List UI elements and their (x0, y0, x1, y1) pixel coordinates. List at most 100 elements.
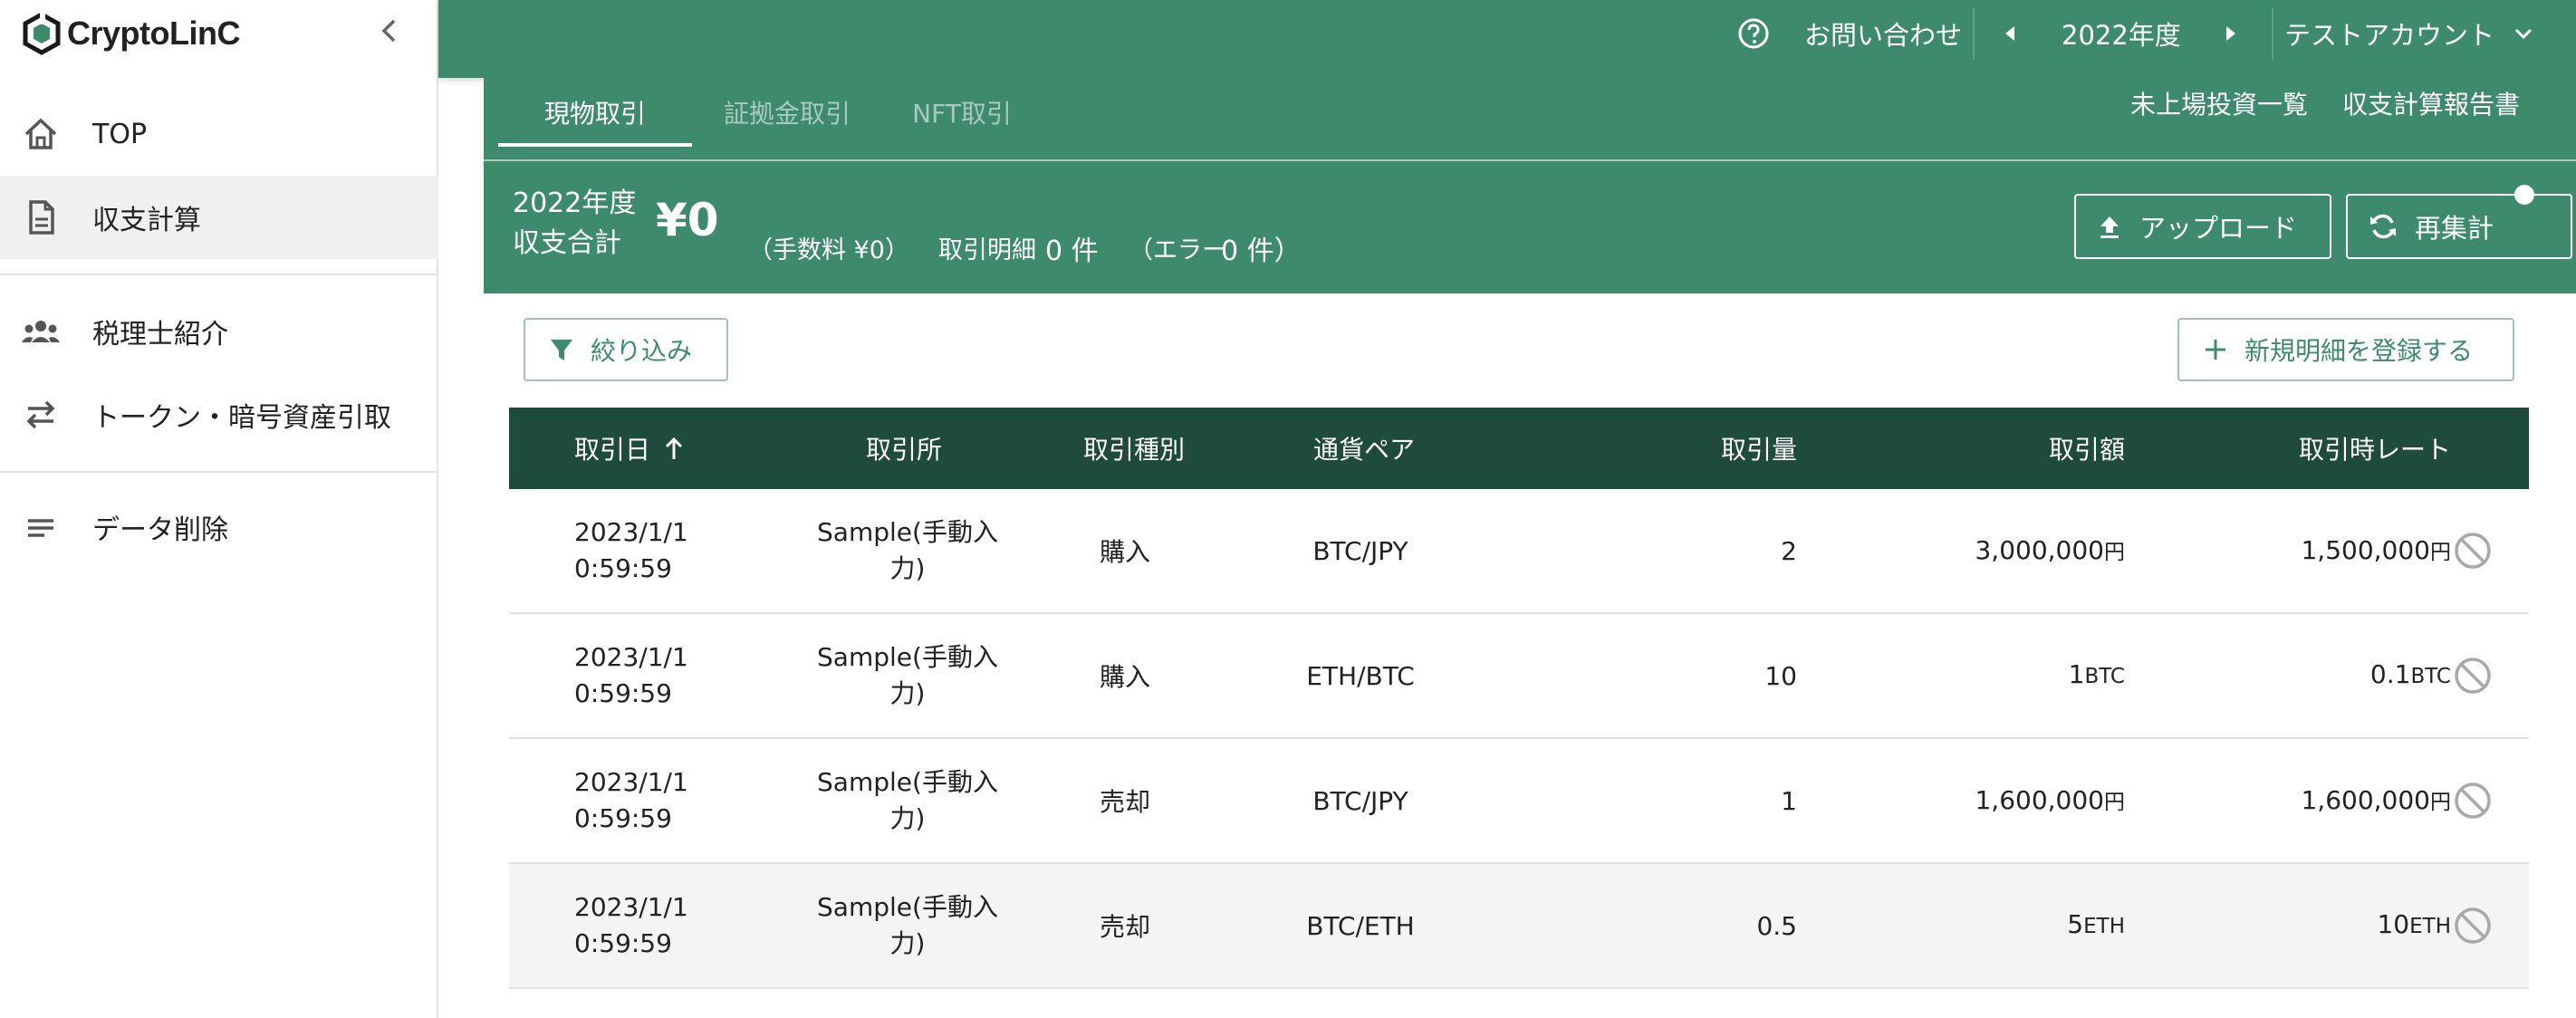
cell-pair: BTC/JPY (1312, 785, 1408, 816)
column-header-quantity[interactable]: 取引量 (1663, 408, 1797, 489)
cell-exchange: Sample(手動入 力) (817, 767, 998, 833)
cell-quantity: 2 (1781, 535, 1797, 566)
recalculate-button[interactable]: 再集計 (2346, 194, 2572, 259)
summary-error-label: （エラー (1129, 236, 1226, 264)
refresh-icon (2370, 214, 2396, 239)
swap-icon (20, 394, 62, 436)
cell-rate: 1,500,000 円 (2301, 535, 2451, 565)
account-name: テストアカウント (2284, 20, 2495, 51)
cell-date: 2023/1/1 0:59:59 (574, 892, 688, 958)
table-row[interactable]: 2023/1/1 0:59:59 Sample(手動入 力) 売却 BTC/JP… (509, 739, 2529, 864)
exclude-icon[interactable] (2453, 781, 2493, 821)
column-header-rate[interactable]: 取引時レート (2225, 408, 2451, 489)
cell-amount: 5 ETH (2067, 909, 2125, 939)
column-header-pair[interactable]: 通貨ペア (1313, 408, 1415, 489)
caret-right-icon (2226, 26, 2235, 41)
exclude-icon[interactable] (2453, 656, 2493, 696)
sidebar-item-label: データ削除 (92, 514, 228, 546)
cell-date: 2023/1/1 0:59:59 (574, 767, 688, 833)
caret-left-icon (2005, 26, 2014, 41)
column-header-date[interactable]: 取引日 (574, 408, 685, 489)
chevron-left-icon (381, 19, 396, 43)
cell-exchange: Sample(手動入 力) (817, 892, 998, 958)
table-row[interactable]: 2023/1/1 0:59:59 Sample(手動入 力) 購入 ETH/BT… (509, 614, 2529, 739)
upload-button[interactable]: アップロード (2074, 194, 2331, 259)
new-entry-button[interactable]: 新規明細を登録する (2177, 318, 2514, 381)
cryptolinc-logo-icon (23, 12, 61, 55)
active-tab-indicator (498, 143, 692, 147)
home-icon (20, 113, 62, 155)
logo-text: CryptoLinC (67, 14, 240, 52)
document-icon (20, 197, 62, 238)
header-separator (484, 159, 2576, 161)
notification-dot (2514, 185, 2534, 205)
unlisted-investments-link[interactable]: 未上場投資一覧 (2130, 78, 2308, 129)
transaction-header-panel: 現物取引 証拠金取引 NFT取引 未上場投資一覧 収支計算報告書 2022年度 … (484, 78, 2576, 293)
cell-pair: ETH/BTC (1306, 660, 1415, 691)
cell-rate: 10 ETH (2377, 909, 2451, 939)
upload-icon (2100, 216, 2119, 238)
column-header-amount[interactable]: 取引額 (1989, 408, 2125, 489)
column-header-exchange[interactable]: 取引所 (866, 408, 942, 489)
filter-icon (551, 340, 572, 360)
filter-button[interactable]: 絞り込み (524, 318, 728, 381)
summary-error-count: 0 件） (1221, 235, 1302, 267)
tab-margin-trading[interactable]: 証拠金取引 (692, 78, 882, 147)
plus-icon (2206, 340, 2225, 360)
cell-type: 購入 (1099, 537, 1150, 567)
next-year-button[interactable] (2223, 0, 2239, 67)
summary-total-label: 収支合計 (513, 227, 621, 259)
cell-rate: 0.1 BTC (2369, 659, 2451, 689)
sidebar-divider (0, 471, 438, 473)
cell-quantity: 10 (1764, 660, 1797, 691)
contact-link[interactable]: お問い合わせ (1804, 0, 1962, 67)
sidebar: CryptoLinC TOP 収支計算 税理士紹介 トークン・暗号資産引取 デー… (0, 0, 438, 1018)
sidebar-divider (0, 274, 438, 275)
sidebar-item-tax-accountant[interactable]: 税理士紹介 (0, 290, 438, 373)
cell-quantity: 0.5 (1756, 910, 1797, 941)
table-row[interactable]: 2023/1/1 0:59:59 Sample(手動入 力) 購入 BTC/JP… (509, 489, 2529, 614)
tab-nft-trading[interactable]: NFT取引 (882, 78, 1042, 147)
sidebar-item-data-delete[interactable]: データ削除 (0, 485, 438, 569)
sidebar-item-label: TOP (92, 118, 148, 150)
sidebar-item-income-calc[interactable]: 収支計算 (0, 176, 438, 259)
sidebar-item-label: トークン・暗号資産引取 (92, 402, 391, 434)
cell-type: 売却 (1099, 787, 1150, 817)
account-menu[interactable]: テストアカウント (2284, 0, 2534, 67)
cell-type: 売却 (1099, 912, 1150, 942)
people-icon (20, 311, 62, 352)
exclude-icon[interactable] (2453, 906, 2493, 946)
filter-button-label: 絞り込み (591, 336, 693, 366)
summary-total-amount: ¥0 (656, 194, 719, 246)
cell-date: 2023/1/1 0:59:59 (574, 517, 688, 583)
sidebar-item-token-exchange[interactable]: トークン・暗号資産引取 (0, 373, 438, 456)
cell-amount: 1 BTC (2068, 659, 2125, 689)
prev-year-button[interactable] (2002, 0, 2018, 67)
sidebar-item-top[interactable]: TOP (0, 92, 438, 176)
logo[interactable]: CryptoLinC (20, 11, 240, 56)
tab-spot-trading[interactable]: 現物取引 (498, 78, 692, 147)
sidebar-item-label: 収支計算 (92, 205, 201, 236)
cell-type: 購入 (1099, 662, 1150, 692)
summary-detail-count: 0 件 (1045, 235, 1099, 267)
upload-button-label: アップロード (2139, 213, 2298, 244)
recalculate-button-label: 再集計 (2415, 213, 2494, 244)
summary-fee: （手数料 ¥0） (748, 236, 909, 264)
cell-amount: 3,000,000 円 (1975, 535, 2125, 565)
new-entry-button-label: 新規明細を登録する (2244, 336, 2474, 366)
topbar-divider (2272, 7, 2273, 60)
collapse-sidebar-button[interactable] (373, 14, 406, 47)
income-report-link[interactable]: 収支計算報告書 (2342, 78, 2520, 129)
top-app-bar: お問い合わせ 2022年度 テストアカウント (438, 0, 2576, 78)
exclude-icon[interactable] (2453, 531, 2493, 571)
chevron-down-icon (2514, 28, 2533, 40)
cell-exchange: Sample(手動入 力) (817, 517, 998, 583)
cell-amount: 1,600,000 円 (1975, 785, 2125, 815)
summary-detail-label: 取引明細 (938, 236, 1036, 264)
table-row[interactable]: 2023/1/1 0:59:59 Sample(手動入 力) 売却 BTC/ET… (509, 864, 2529, 989)
table-header: 取引日 取引所 取引種別 通貨ペア 取引量 取引額 取引時レート (509, 408, 2529, 489)
lines-icon (20, 506, 62, 548)
help-icon[interactable] (1737, 0, 1770, 67)
column-header-type[interactable]: 取引種別 (1083, 408, 1185, 489)
cell-rate: 1,600,000 円 (2301, 785, 2451, 815)
